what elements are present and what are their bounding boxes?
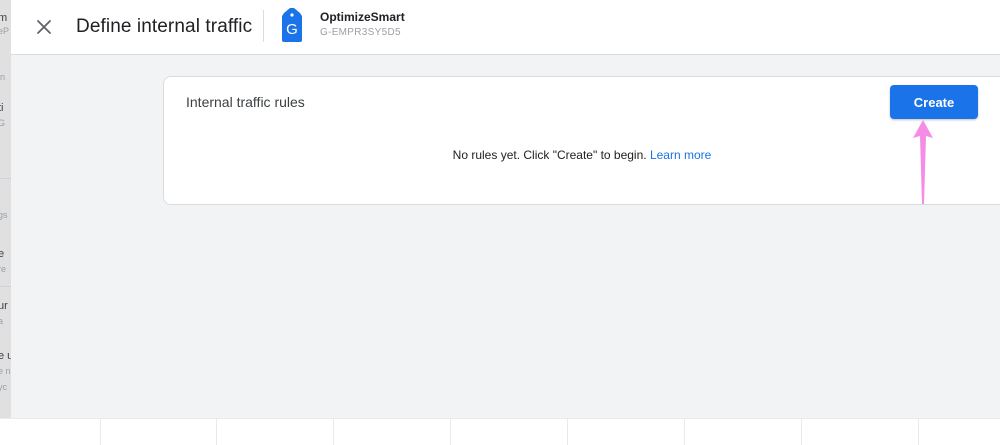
background-text-fragment: e n <box>0 366 11 376</box>
background-text-fragment: yc <box>0 382 7 392</box>
property-icon-letter: G <box>286 21 298 38</box>
bottom-column-divider <box>333 419 334 445</box>
bottom-column-divider <box>567 419 568 445</box>
property-id: G-EMPR3SY5D5 <box>320 27 401 38</box>
bottom-column-divider <box>216 419 217 445</box>
create-button[interactable]: Create <box>890 85 978 119</box>
empty-state-text: No rules yet. Click "Create" to begin. <box>452 148 647 162</box>
close-icon <box>37 20 51 34</box>
background-page-sliver: m eP in ti G gs e re ur a e u e n yc <box>0 0 11 418</box>
close-button[interactable] <box>31 14 57 40</box>
background-text-fragment: e u <box>0 350 11 362</box>
background-text-fragment: ti <box>0 102 4 114</box>
background-text-fragment: e <box>0 248 5 260</box>
background-text-fragment: eP <box>0 26 10 36</box>
bottom-column-divider <box>100 419 101 445</box>
google-analytics-property-icon: G <box>280 7 304 43</box>
internal-traffic-rules-card: Internal traffic rules Create No rules y… <box>163 76 1000 205</box>
annotation-arrow-icon <box>913 120 933 204</box>
background-text-fragment: in <box>0 72 6 82</box>
top-bar: Define internal traffic G OptimizeSmart … <box>11 0 1000 55</box>
background-text-fragment: re <box>0 264 7 274</box>
app-root: m eP in ti G gs e re ur a e u e n yc Def… <box>0 0 1000 445</box>
card-title: Internal traffic rules <box>186 94 305 110</box>
bottom-strip <box>0 418 1000 445</box>
empty-state-message: No rules yet. Click "Create" to begin. L… <box>164 148 1000 162</box>
background-text-fragment: gs <box>0 210 8 220</box>
page-title: Define internal traffic <box>76 16 253 37</box>
background-divider <box>0 178 11 179</box>
background-text-fragment: G <box>0 118 6 128</box>
background-text-fragment: a <box>0 316 4 326</box>
background-text-fragment: ur <box>0 300 8 312</box>
bottom-column-divider <box>801 419 802 445</box>
bottom-column-divider <box>684 419 685 445</box>
bottom-column-divider <box>918 419 919 445</box>
property-name: OptimizeSmart <box>320 10 405 24</box>
background-divider <box>0 286 11 287</box>
background-text-fragment: m <box>0 12 8 24</box>
bottom-column-divider <box>450 419 451 445</box>
learn-more-link[interactable]: Learn more <box>650 148 711 162</box>
header-divider <box>263 10 264 42</box>
